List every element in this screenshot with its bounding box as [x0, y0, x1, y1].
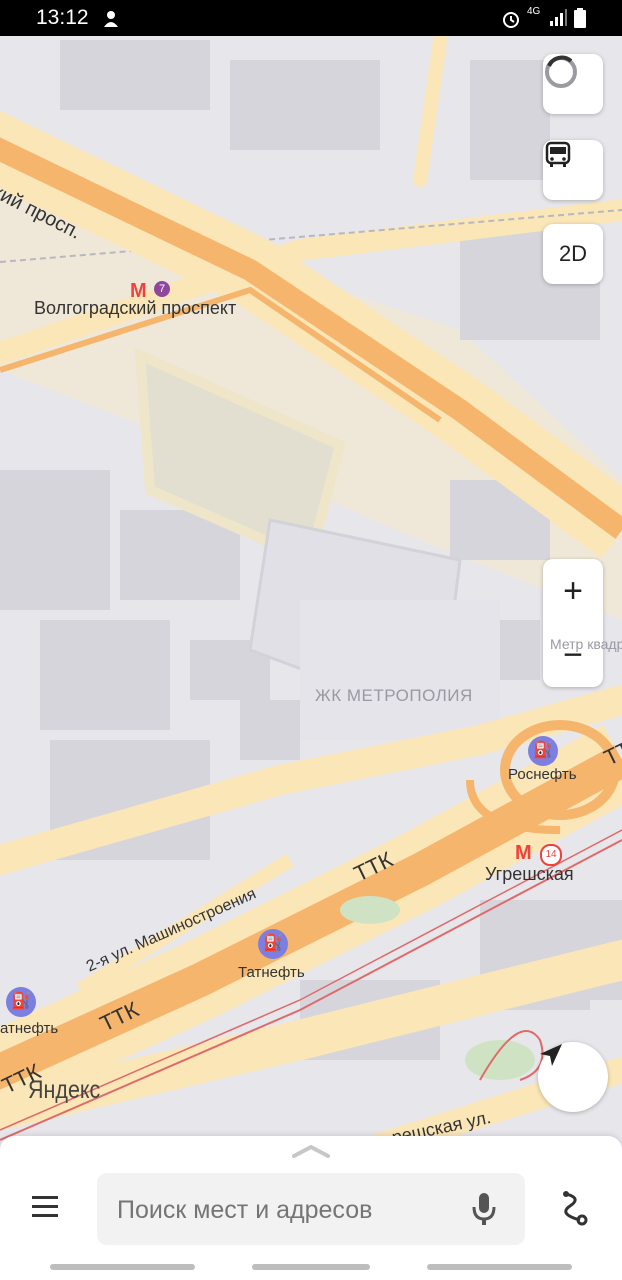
transport-bus-icon	[545, 141, 571, 167]
zoom-out-button[interactable]: −	[543, 623, 603, 687]
metro-line-badge: 7	[154, 281, 170, 297]
poi-tatneft-2[interactable]: атнефть	[0, 1020, 58, 1037]
nav-bar-recent[interactable]	[50, 1264, 195, 1270]
fuel-icon[interactable]: ⛽	[258, 929, 288, 959]
poi-metr-kvadrat[interactable]: Метр квадр	[550, 636, 622, 652]
map-view[interactable]: M 7 Волгоградский проспект ский просп. Ж…	[0, 36, 622, 1146]
status-bar: 13:12 4G	[0, 0, 622, 36]
network-type: 4G	[527, 6, 541, 17]
my-location-button[interactable]	[538, 1042, 608, 1112]
2d-toggle-button[interactable]: 2D	[543, 224, 603, 284]
notification-icon	[100, 8, 122, 35]
alarm-icon	[500, 8, 522, 35]
nav-bar-home[interactable]	[252, 1264, 370, 1270]
status-time: 13:12	[36, 6, 89, 29]
bottom-panel	[0, 1136, 622, 1280]
alice-icon	[545, 55, 577, 88]
fuel-icon[interactable]: ⛽	[528, 736, 558, 766]
zoom-in-button[interactable]: +	[543, 559, 603, 623]
panel-handle-icon[interactable]	[292, 1144, 330, 1158]
district-label-metropolia[interactable]: ЖК МЕТРОПОЛИЯ	[315, 686, 473, 706]
map-canvas	[0, 36, 622, 1146]
metro-station-ugreshskaya[interactable]: Угрешская	[485, 864, 574, 885]
signal-icon	[548, 8, 568, 33]
metro-station-volgogradsky[interactable]: Волгоградский проспект	[34, 298, 236, 319]
transport-button[interactable]	[543, 140, 603, 200]
poi-rosneft[interactable]: Роснефть	[508, 766, 577, 783]
menu-button[interactable]	[30, 1194, 60, 1225]
fuel-icon[interactable]: ⛽	[6, 987, 36, 1017]
locate-icon	[540, 1044, 562, 1066]
zoom-control: + −	[543, 559, 603, 687]
search-input[interactable]	[115, 1189, 459, 1231]
metro-line-badge: 14	[540, 844, 562, 866]
poi-tatneft[interactable]: Татнефть	[238, 964, 305, 981]
route-icon	[563, 1191, 588, 1226]
yandex-logo: Яндекс	[28, 1076, 101, 1104]
voice-search-button[interactable]	[471, 1191, 497, 1232]
battery-icon	[574, 8, 586, 33]
microphone-icon	[472, 1193, 496, 1225]
search-bar[interactable]	[97, 1173, 525, 1245]
route-button[interactable]	[558, 1190, 590, 1231]
nav-bar-back[interactable]	[427, 1264, 572, 1270]
metro-icon: M	[515, 842, 532, 864]
alice-button[interactable]	[543, 54, 603, 114]
menu-icon	[32, 1196, 58, 1217]
